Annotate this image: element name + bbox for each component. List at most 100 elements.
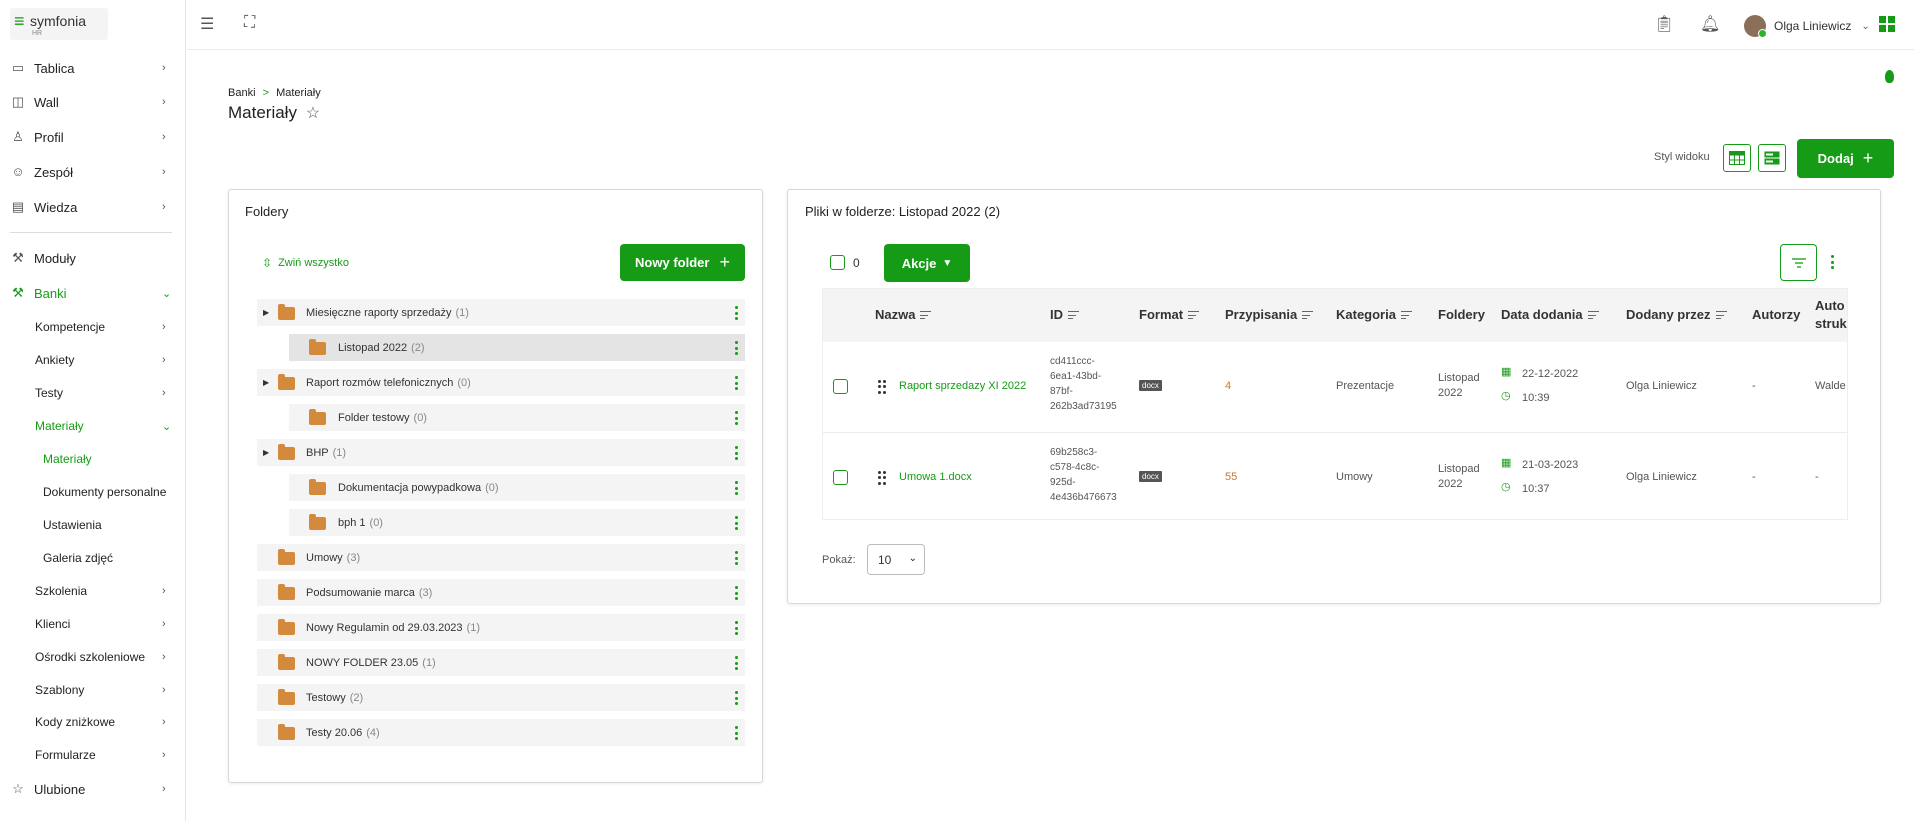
new-folder-button[interactable]: Nowy folder +	[620, 244, 745, 281]
sidebar-item-tablica[interactable]: ▭ Tablica ›	[0, 53, 186, 83]
view-style-label: Styl widoku	[1654, 151, 1710, 163]
page-size-select[interactable]: 10 ⌄	[867, 544, 925, 575]
sidebar-item-formularze[interactable]: Formularze ›	[0, 740, 186, 770]
calendar-icon: ▦	[1501, 366, 1512, 378]
folder-more-options-icon[interactable]	[734, 306, 738, 320]
table-row[interactable]: Umowa 1.docx 69b258c3- c578-4c8c- 925d- 4e43…	[823, 433, 1847, 519]
sidebar-item-kompetencje[interactable]: Kompetencje ›	[0, 312, 186, 342]
folder-row[interactable]: Umowy (3)	[257, 544, 745, 571]
sidebar-item-osrodki[interactable]: Ośrodki szkoleniowe ›	[0, 642, 186, 672]
sidebar-item-testy[interactable]: Testy ›	[0, 378, 186, 408]
drag-handle-icon[interactable]	[878, 471, 886, 485]
collapse-all-button[interactable]: ⇳ Zwiń wszystko	[262, 256, 349, 270]
folder-count: (1)	[422, 656, 436, 669]
folder-more-options-icon[interactable]	[734, 516, 738, 530]
sidebar-item-materialy-list[interactable]: Materiały	[0, 444, 186, 474]
folder-more-options-icon[interactable]	[734, 481, 738, 495]
sidebar-item-kody-znizkowe[interactable]: Kody zniżkowe ›	[0, 707, 186, 737]
folder-more-options-icon[interactable]	[734, 726, 738, 740]
column-header-kategoria[interactable]: Kategoria	[1336, 307, 1412, 322]
bell-icon[interactable]: 🔔︎	[1700, 14, 1720, 34]
fullscreen-icon[interactable]: ⛶	[244, 14, 255, 32]
sidebar-item-label: Materiały	[43, 452, 92, 466]
assignments-count[interactable]: 55	[1225, 470, 1237, 485]
folder-row[interactable]: Testowy (2)	[257, 684, 745, 711]
sidebar-item-banki[interactable]: ⚒ Banki ⌄	[0, 278, 186, 308]
sidebar-item-moduly[interactable]: ⚒ Moduły	[0, 243, 186, 273]
table-row[interactable]: Raport sprzedazy XI 2022 cd411ccc- 6ea1-43…	[823, 342, 1847, 433]
folder-more-options-icon[interactable]	[734, 586, 738, 600]
folder-more-options-icon[interactable]	[734, 691, 738, 705]
column-header-przypisania[interactable]: Przypisania	[1225, 307, 1314, 322]
drag-handle-icon[interactable]	[878, 380, 886, 394]
sidebar-item-zespol[interactable]: ☺ Zespół ›	[0, 157, 186, 187]
sidebar-item-wall[interactable]: ◫ Wall ›	[0, 87, 186, 117]
sidebar-item-ulubione[interactable]: ☆ Ulubione ›	[0, 774, 186, 804]
file-name-link[interactable]: Raport sprzedazy XI 2022	[899, 379, 1026, 394]
breadcrumb-banki[interactable]: Banki	[228, 87, 256, 99]
sidebar-item-klienci[interactable]: Klienci ›	[0, 609, 186, 639]
folder-row[interactable]: bph 1 (0)	[289, 509, 745, 536]
actions-button[interactable]: Akcje ▼	[884, 244, 970, 282]
logo[interactable]: ≡ symfonia HR	[10, 8, 108, 40]
column-header-foldery: Foldery	[1438, 307, 1485, 322]
folder-more-options-icon[interactable]	[734, 656, 738, 670]
file-folders: Listopad 2022	[1438, 372, 1480, 399]
expand-arrow-icon[interactable]: ▶	[263, 448, 269, 457]
column-header-id[interactable]: ID	[1050, 307, 1079, 322]
table-view-button[interactable]	[1723, 144, 1751, 172]
sidebar-item-szablony[interactable]: Szablony ›	[0, 675, 186, 705]
column-header-dodany-przez[interactable]: Dodany przez	[1626, 307, 1727, 322]
folder-more-options-icon[interactable]	[734, 341, 738, 355]
filter-button[interactable]	[1780, 244, 1817, 281]
row-checkbox[interactable]	[833, 470, 848, 485]
sidebar-item-ustawienia[interactable]: Ustawienia	[0, 510, 186, 540]
assignments-count[interactable]: 4	[1225, 379, 1231, 394]
folder-more-options-icon[interactable]	[734, 621, 738, 635]
sidebar-item-label: Testy	[35, 386, 64, 400]
add-button-label: Dodaj	[1817, 151, 1854, 166]
sidebar-item-label: Zespół	[34, 164, 74, 180]
more-options-icon[interactable]	[1830, 255, 1834, 269]
folder-row[interactable]: ▶ Miesięczne raporty sprzedaży (1)	[257, 299, 745, 326]
user-menu[interactable]: Olga Liniewicz ⌄	[1744, 14, 1870, 38]
row-checkbox[interactable]	[833, 379, 848, 394]
folder-row[interactable]: Podsumowanie marca (3)	[257, 579, 745, 606]
column-header-nazwa[interactable]: Nazwa	[875, 307, 932, 322]
folder-row[interactable]: ▶ Raport rozmów telefonicznych (0)	[257, 369, 745, 396]
folder-row[interactable]: NOWY FOLDER 23.05 (1)	[257, 649, 745, 676]
folder-row[interactable]: ▶ BHP (1)	[257, 439, 745, 466]
file-name-link[interactable]: Umowa 1.docx	[899, 470, 972, 485]
expand-arrow-icon[interactable]: ▶	[263, 308, 269, 317]
sidebar-item-dokumenty-personalne[interactable]: Dokumenty personalne	[0, 477, 186, 507]
column-header-data-dodania[interactable]: Data dodania	[1501, 307, 1599, 322]
sidebar-item-materialy[interactable]: Materiały ⌄	[0, 411, 186, 441]
folder-row[interactable]: Folder testowy (0)	[289, 404, 745, 431]
column-header-auto-struk: Auto struk	[1815, 298, 1847, 331]
folder-row[interactable]: Nowy Regulamin od 29.03.2023 (1)	[257, 614, 745, 641]
favorite-star-icon[interactable]: ☆	[306, 105, 320, 122]
select-all-checkbox[interactable]	[830, 255, 845, 270]
folder-more-options-icon[interactable]	[734, 376, 738, 390]
folder-more-options-icon[interactable]	[734, 411, 738, 425]
folder-count: (0)	[413, 411, 427, 424]
hamburger-menu-icon[interactable]: ☰	[200, 14, 214, 34]
add-button[interactable]: Dodaj +	[1797, 139, 1894, 178]
column-header-format[interactable]: Format	[1139, 307, 1200, 322]
lightbulb-icon[interactable]	[1885, 70, 1894, 83]
sidebar-item-ankiety[interactable]: Ankiety ›	[0, 345, 186, 375]
folder-row[interactable]: Testy 20.06 (4)	[257, 719, 745, 746]
folder-more-options-icon[interactable]	[734, 551, 738, 565]
sidebar-item-profil[interactable]: ♙ Profil ›	[0, 122, 186, 152]
list-view-button[interactable]	[1758, 144, 1786, 172]
sidebar-item-wiedza[interactable]: ▤ Wiedza ›	[0, 192, 186, 222]
sidebar-item-szkolenia[interactable]: Szkolenia ›	[0, 576, 186, 606]
sidebar-item-label: Wall	[34, 94, 59, 110]
folder-row[interactable]: Listopad 2022 (2)	[289, 334, 745, 361]
sidebar-item-galeria-zdjec[interactable]: Galeria zdjęć	[0, 543, 186, 573]
expand-arrow-icon[interactable]: ▶	[263, 378, 269, 387]
apps-grid-icon[interactable]	[1879, 16, 1895, 32]
folder-row[interactable]: Dokumentacja powypadkowa (0)	[289, 474, 745, 501]
folder-more-options-icon[interactable]	[734, 446, 738, 460]
clipboard-icon[interactable]: 📋︎	[1654, 14, 1674, 34]
